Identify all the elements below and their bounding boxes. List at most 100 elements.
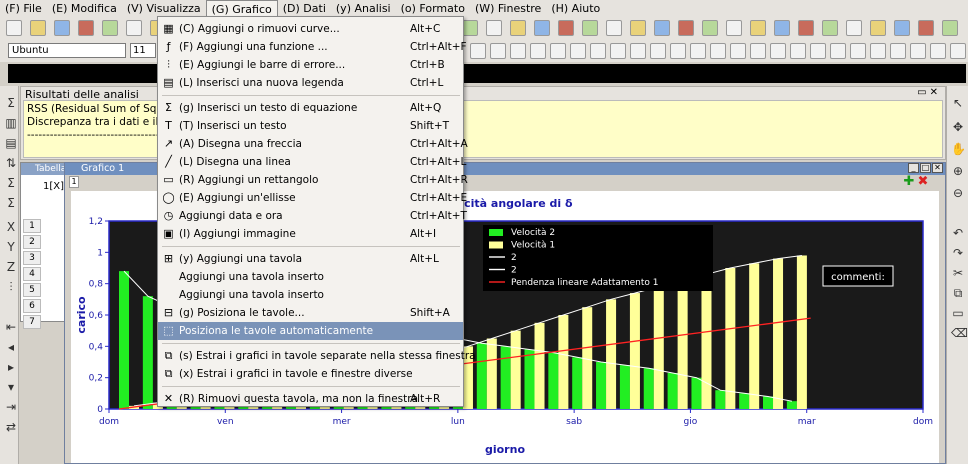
histogram-icon[interactable]: ▤	[4, 136, 18, 150]
menu-item[interactable]: ◷ Aggiungi data e ora Ctrl+Alt+T	[158, 207, 467, 225]
table-icon[interactable]	[798, 20, 814, 36]
cut-icon[interactable]: ✂	[951, 266, 965, 280]
menu-item[interactable]: ◯ (E) Aggiungi un'ellisse Ctrl+Alt+E	[158, 189, 467, 207]
stats-icon[interactable]: Σ	[4, 196, 18, 210]
menu-item[interactable]: ▣ (I) Aggiungi immagine Alt+I	[158, 225, 463, 243]
row-number[interactable]: 3	[23, 251, 41, 265]
format-tool-icon[interactable]	[670, 43, 686, 59]
help-icon[interactable]	[702, 20, 718, 36]
menu-item[interactable]: ⊟ (g) Posiziona le tavole... Shift+A	[158, 304, 463, 322]
export-icon[interactable]	[630, 20, 646, 36]
next-row-icon[interactable]: ▸	[4, 360, 18, 374]
error-column-icon[interactable]: ⫶	[4, 280, 18, 295]
row-number[interactable]: 6	[23, 299, 41, 313]
matrix-icon[interactable]	[102, 20, 118, 36]
font-select[interactable]: Ubuntu	[8, 43, 126, 58]
select-icon[interactable]	[894, 20, 910, 36]
open-icon[interactable]	[30, 20, 46, 36]
bar-chart-icon[interactable]: ▥	[4, 116, 18, 130]
menu-item[interactable]: ↗ (A) Disegna una freccia Ctrl+Alt+A	[158, 135, 468, 153]
menu-2[interactable]: (V) Visualizza	[122, 0, 206, 17]
menu-item[interactable]: ▤ (L) Inserisci una nuova legenda Ctrl+L	[158, 74, 463, 92]
print-icon[interactable]	[606, 20, 622, 36]
save-icon[interactable]	[774, 20, 790, 36]
format-tool-icon[interactable]	[610, 43, 626, 59]
format-tool-icon[interactable]	[870, 43, 886, 59]
format-tool-icon[interactable]	[910, 43, 926, 59]
minimize-button[interactable]: _	[908, 163, 919, 173]
y-column-icon[interactable]: Y	[4, 240, 18, 254]
graph-icon[interactable]	[126, 20, 142, 36]
format-tool-icon[interactable]	[470, 43, 486, 59]
font-size-select[interactable]: 11	[130, 43, 156, 58]
refresh-icon[interactable]	[654, 20, 670, 36]
first-row-icon[interactable]: ⇤	[4, 320, 18, 334]
last-row-icon[interactable]: ⇥	[4, 400, 18, 414]
crop-icon[interactable]	[942, 20, 958, 36]
row-number[interactable]: 4	[23, 267, 41, 281]
pointer-icon[interactable]: ↖	[951, 96, 965, 110]
note-icon[interactable]	[870, 20, 886, 36]
settings-icon[interactable]	[678, 20, 694, 36]
format-tool-icon[interactable]	[750, 43, 766, 59]
zoom-icon[interactable]	[918, 20, 934, 36]
layer-tab[interactable]: 1	[69, 176, 79, 188]
remove-layer-icon[interactable]: ✖	[917, 175, 929, 188]
sigma-icon[interactable]: Σ	[4, 176, 18, 190]
down-icon[interactable]: ▾	[4, 380, 18, 394]
close-button[interactable]: ✕	[932, 163, 943, 173]
menu-item[interactable]: Aggiungi una tavola inserto	[158, 268, 463, 286]
format-tool-icon[interactable]	[650, 43, 666, 59]
prev-row-icon[interactable]: ◂	[4, 340, 18, 354]
menu-0[interactable]: (F) File	[0, 0, 47, 17]
zoom-icon[interactable]	[558, 20, 574, 36]
menu-item[interactable]: ⊞ (y) Aggiungi una tavola Alt+L	[158, 250, 463, 268]
menu-item[interactable]: Σ (g) Inserisci un testo di equazione Alt+…	[158, 99, 463, 117]
menu-item[interactable]: ⫶ (E) Aggiungi le barre di errore... Ctrl+…	[158, 56, 463, 74]
copy-icon[interactable]: ⧉	[951, 286, 965, 301]
crop-icon[interactable]	[582, 20, 598, 36]
hand-icon[interactable]: ✋	[951, 142, 966, 156]
paste-icon[interactable]: ▭	[951, 306, 965, 320]
menu-item[interactable]: ╱ (L) Disegna una linea Ctrl+Alt+L	[158, 153, 466, 171]
save-icon[interactable]	[54, 20, 70, 36]
redo-icon[interactable]: ↷	[951, 246, 965, 260]
menu-item[interactable]: T (T) Inserisci un testo Shift+T	[158, 117, 463, 135]
format-tool-icon[interactable]	[890, 43, 906, 59]
menu-item[interactable]: ▦ (C) Aggiungi o rimuovi curve... Alt+C	[158, 20, 463, 38]
format-tool-icon[interactable]	[930, 43, 946, 59]
menu-item[interactable]: Aggiungi una tavola inserto	[158, 286, 463, 304]
x-column-icon[interactable]: X	[4, 220, 18, 234]
menu-item[interactable]: ƒ (F) Aggiungi una funzione ... Ctrl+Alt+F	[158, 38, 467, 56]
format-tool-icon[interactable]	[490, 43, 506, 59]
undo-icon[interactable]: ↶	[951, 226, 965, 240]
menu-5[interactable]: (y) Analisi	[331, 0, 396, 17]
matrix-icon[interactable]	[822, 20, 838, 36]
menu-4[interactable]: (D) Dati	[278, 0, 331, 17]
sort-icon[interactable]: ⇅	[4, 156, 18, 170]
format-tool-icon[interactable]	[690, 43, 706, 59]
matrix-icon[interactable]	[462, 20, 478, 36]
format-tool-icon[interactable]	[730, 43, 746, 59]
format-tool-icon[interactable]	[590, 43, 606, 59]
delete-icon[interactable]: ⌫	[951, 326, 968, 340]
menu-item[interactable]: ⧉ (s) Estrai i grafici in tavole separate…	[158, 347, 476, 365]
zoom-out-icon[interactable]: ⊖	[951, 186, 965, 200]
new-icon[interactable]	[6, 20, 22, 36]
menu-3[interactable]: (G) Grafico	[205, 0, 278, 17]
maximize-button[interactable]: □	[920, 163, 931, 173]
new-icon[interactable]	[726, 20, 742, 36]
format-tool-icon[interactable]	[810, 43, 826, 59]
menu-item[interactable]: ⬚ Posiziona le tavole automaticamente	[158, 322, 463, 340]
table-icon[interactable]	[78, 20, 94, 36]
sum-icon[interactable]: Σ	[4, 96, 18, 110]
format-tool-icon[interactable]	[790, 43, 806, 59]
format-tool-icon[interactable]	[550, 43, 566, 59]
select-icon[interactable]	[534, 20, 550, 36]
menu-7[interactable]: (W) Finestre	[470, 0, 546, 17]
note-icon[interactable]	[510, 20, 526, 36]
format-tool-icon[interactable]	[770, 43, 786, 59]
command-bar[interactable]	[8, 64, 966, 83]
swap-icon[interactable]: ⇄	[4, 420, 18, 434]
row-number[interactable]: 7	[23, 315, 41, 329]
